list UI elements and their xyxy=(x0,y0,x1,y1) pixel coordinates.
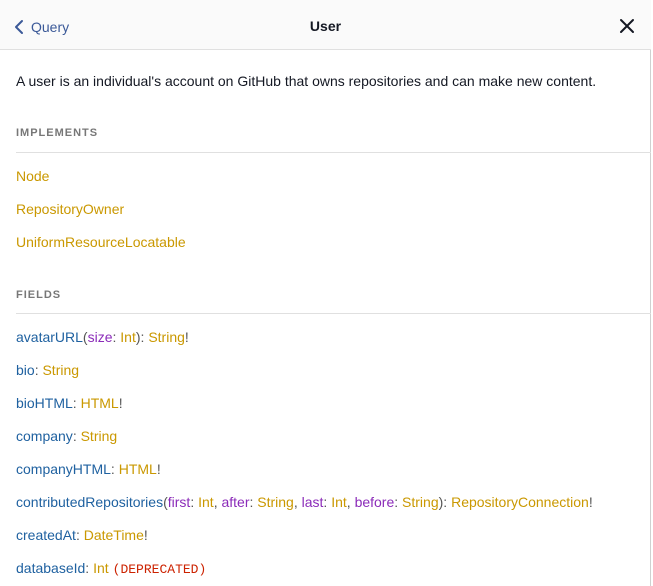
arg-type-string[interactable]: String xyxy=(402,494,439,510)
implements-divider xyxy=(16,152,651,153)
field-type-int[interactable]: Int xyxy=(93,560,109,576)
type-description: A user is an individual's account on Git… xyxy=(16,73,597,89)
field-name-database-id[interactable]: databaseId xyxy=(16,560,85,576)
arg-type-string[interactable]: String xyxy=(257,494,294,510)
non-null-marker: ! xyxy=(118,395,123,411)
colon: : xyxy=(85,560,94,576)
field-type-string[interactable]: String xyxy=(42,362,79,378)
field-row: bio: String xyxy=(16,361,79,379)
page-title: User xyxy=(309,18,342,34)
field-type-html[interactable]: HTML xyxy=(119,461,157,477)
colon: : xyxy=(72,395,81,411)
arg-type-int[interactable]: Int xyxy=(120,329,136,345)
field-name-avatar-url[interactable]: avatarURL xyxy=(16,329,83,345)
colon: : xyxy=(110,461,119,477)
field-row: databaseId: Int (DEPRECATED) xyxy=(16,559,206,579)
field-type-string[interactable]: String xyxy=(148,329,185,345)
field-type-string[interactable]: String xyxy=(81,428,118,444)
close-button[interactable] xyxy=(618,17,636,35)
field-row: company: String xyxy=(16,427,117,445)
field-name-bio-html[interactable]: bioHTML xyxy=(16,395,73,411)
colon: : xyxy=(72,428,81,444)
field-name-company[interactable]: company xyxy=(16,428,73,444)
arg-name-first: first xyxy=(167,494,191,510)
field-row: bioHTML: HTML! xyxy=(16,394,123,412)
field-row: contributedRepositories(first: Int, afte… xyxy=(16,493,593,511)
implements-link-repository-owner[interactable]: RepositoryOwner xyxy=(16,201,124,217)
colon: : xyxy=(75,527,84,543)
comma: , xyxy=(346,494,355,510)
deprecated-badge: (DEPRECATED) xyxy=(112,562,207,577)
arg-type-int[interactable]: Int xyxy=(331,494,347,510)
implements-heading: IMPLEMENTS xyxy=(16,127,99,139)
implements-item: UniformResourceLocatable xyxy=(16,233,186,251)
colon: : xyxy=(394,494,403,510)
type-doc-panel: Query User A user is an individual's acc… xyxy=(0,0,651,586)
fields-heading: FIELDS xyxy=(16,289,62,301)
implements-link-uniform-resource-locatable[interactable]: UniformResourceLocatable xyxy=(16,234,186,250)
fields-divider xyxy=(16,313,651,314)
implements-link-node[interactable]: Node xyxy=(16,168,49,184)
field-row: avatarURL(size: Int): String! xyxy=(16,328,189,346)
arg-name-last: last xyxy=(301,494,324,510)
arg-name-size: size xyxy=(87,329,113,345)
field-type-repository-connection[interactable]: RepositoryConnection xyxy=(451,494,589,510)
field-name-created-at[interactable]: createdAt xyxy=(16,527,76,543)
paren-close: ): xyxy=(135,329,149,345)
panel-header: Query User xyxy=(0,0,651,50)
field-row: companyHTML: HTML! xyxy=(16,460,161,478)
non-null-marker: ! xyxy=(156,461,161,477)
arg-type-int[interactable]: Int xyxy=(198,494,214,510)
paren-close: ): xyxy=(438,494,452,510)
comma: , xyxy=(293,494,302,510)
arg-name-after: after xyxy=(221,494,250,510)
non-null-marker: ! xyxy=(143,527,148,543)
field-type-datetime[interactable]: DateTime xyxy=(84,527,144,543)
field-name-bio[interactable]: bio xyxy=(16,362,35,378)
arg-name-before: before xyxy=(354,494,395,510)
non-null-marker: ! xyxy=(588,494,593,510)
non-null-marker: ! xyxy=(184,329,189,345)
close-icon xyxy=(620,19,634,33)
field-type-html[interactable]: HTML xyxy=(81,395,119,411)
implements-item: Node xyxy=(16,167,49,185)
field-name-contributed-repositories[interactable]: contributedRepositories xyxy=(16,494,163,510)
field-name-company-html[interactable]: companyHTML xyxy=(16,461,111,477)
field-row: createdAt: DateTime! xyxy=(16,526,148,544)
colon: : xyxy=(190,494,199,510)
implements-item: RepositoryOwner xyxy=(16,200,124,218)
